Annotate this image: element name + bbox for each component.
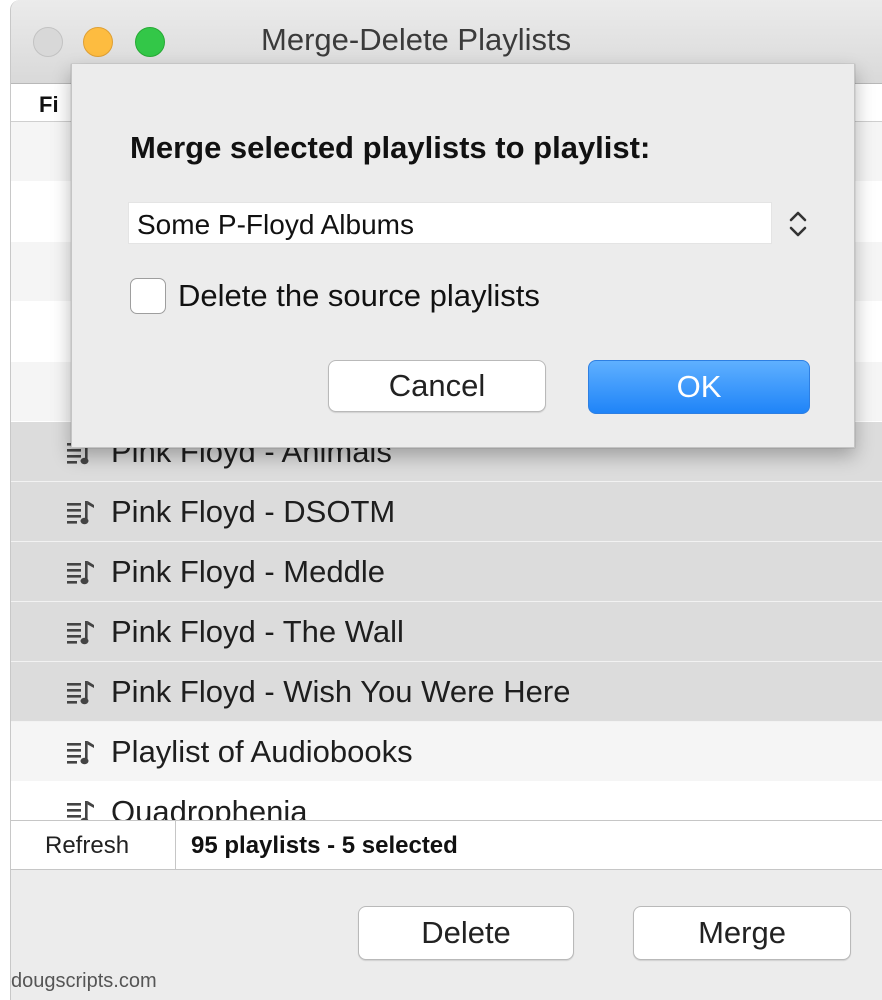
list-header-label: Fi [39, 92, 59, 117]
playlist-icon [67, 801, 94, 820]
list-item[interactable]: Pink Floyd - DSOTM [11, 482, 882, 542]
list-item[interactable]: Pink Floyd - Meddle [11, 542, 882, 602]
chevron-updown-icon[interactable] [786, 208, 810, 240]
window-title: Merge-Delete Playlists [261, 22, 572, 57]
dialog-prompt: Merge selected playlists to playlist: [130, 130, 651, 165]
delete-button[interactable]: Delete [358, 906, 574, 960]
playlist-name: Pink Floyd - DSOTM [111, 494, 396, 529]
merge-button[interactable]: Merge [633, 906, 851, 960]
list-item[interactable]: Pink Floyd - Wish You Were Here [11, 662, 882, 722]
status-bar: Refresh 95 playlists - 5 selected [11, 820, 882, 870]
delete-source-label: Delete the source playlists [178, 278, 540, 313]
playlist-name: Pink Floyd - The Wall [111, 614, 404, 649]
selection-summary: 95 playlists - 5 selected [191, 832, 458, 859]
playlist-name: Quadrophenia [111, 794, 308, 820]
playlist-icon [67, 621, 94, 645]
playlist-icon [67, 741, 94, 765]
app-window: Merge-Delete Playlists Fi Pink Floyd - A… [10, 0, 882, 1000]
refresh-button[interactable]: Refresh [11, 821, 176, 869]
playlist-name: Pink Floyd - Wish You Were Here [111, 674, 571, 709]
playlist-icon [67, 561, 94, 585]
cancel-button[interactable]: Cancel [328, 360, 546, 412]
delete-source-checkbox[interactable] [130, 278, 166, 314]
playlist-name: Playlist of Audiobooks [111, 734, 413, 769]
zoom-window-button[interactable] [135, 27, 165, 57]
merge-dialog: Merge selected playlists to playlist: So… [71, 64, 855, 448]
list-item[interactable]: Quadrophenia [11, 782, 882, 820]
close-window-button[interactable] [33, 27, 63, 57]
playlist-name: Pink Floyd - Meddle [111, 554, 385, 589]
list-item[interactable]: Pink Floyd - The Wall [11, 602, 882, 662]
target-playlist-value: Some P-Floyd Albums [137, 209, 414, 240]
footer-credit: dougscripts.com [11, 970, 157, 992]
list-item[interactable]: Playlist of Audiobooks [11, 722, 882, 782]
playlist-icon [67, 681, 94, 705]
target-playlist-popup[interactable]: Some P-Floyd Albums [128, 202, 772, 244]
ok-button[interactable]: OK [588, 360, 810, 414]
playlist-icon [67, 501, 94, 525]
minimize-window-button[interactable] [83, 27, 113, 57]
